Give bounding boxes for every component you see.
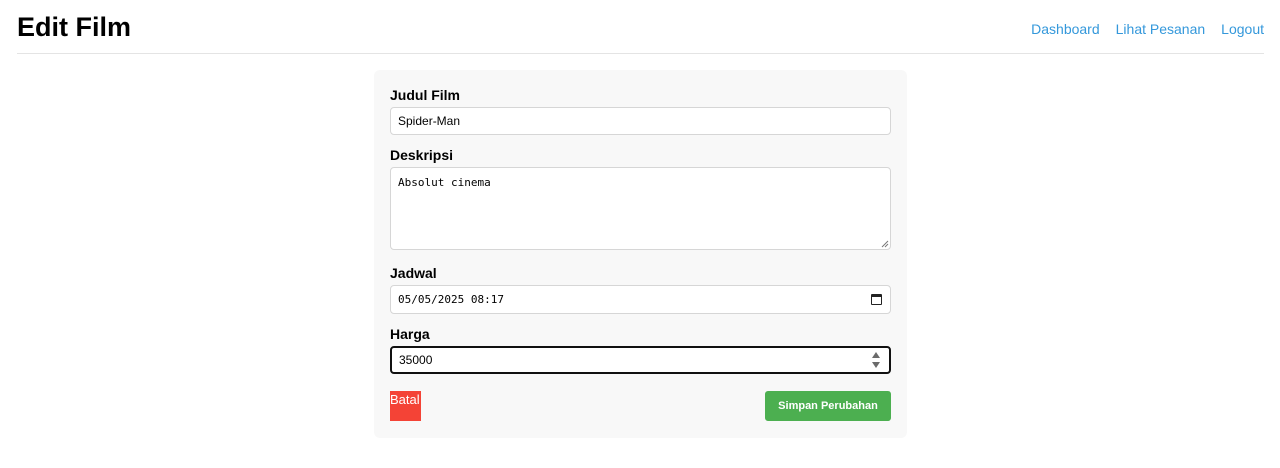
title-label: Judul Film [390,87,460,103]
price-label: Harga [390,326,430,342]
schedule-label: Jadwal [390,265,437,281]
description-text: Absolut cinema [398,176,491,189]
price-value: 35000 [399,353,433,367]
schedule-value: 05/05/2025 08:17 [398,293,504,306]
spin-up-arrow[interactable] [872,352,880,358]
page-title: Edit Film [17,12,131,42]
resize-grip-icon[interactable] [881,240,889,248]
description-label: Deskripsi [390,147,454,163]
nav-logout-link[interactable]: Logout [1221,21,1264,37]
edit-film-form: Judul Film Spider-Man Deskripsi Absolut … [374,70,907,438]
description-textarea[interactable]: Absolut cinema [390,167,891,250]
calendar-icon[interactable] [871,294,882,305]
nav-dashboard-link[interactable]: Dashboard [1031,21,1100,37]
title-input[interactable]: Spider-Man [390,107,891,135]
save-button[interactable]: Simpan Perubahan [765,391,891,421]
cancel-button[interactable]: Batal [390,391,421,421]
price-input[interactable]: 35000 [390,346,891,374]
nav-orders-link[interactable]: Lihat Pesanan [1116,21,1206,37]
top-nav: Dashboard Lihat Pesanan Logout [1031,21,1264,37]
spinner-arrows-icon[interactable] [872,352,881,368]
schedule-datetime-input[interactable]: 05/05/2025 08:17 [390,285,891,314]
page-header: Edit Film Dashboard Lihat Pesanan Logout [17,0,1264,54]
spin-down-arrow[interactable] [872,362,880,368]
